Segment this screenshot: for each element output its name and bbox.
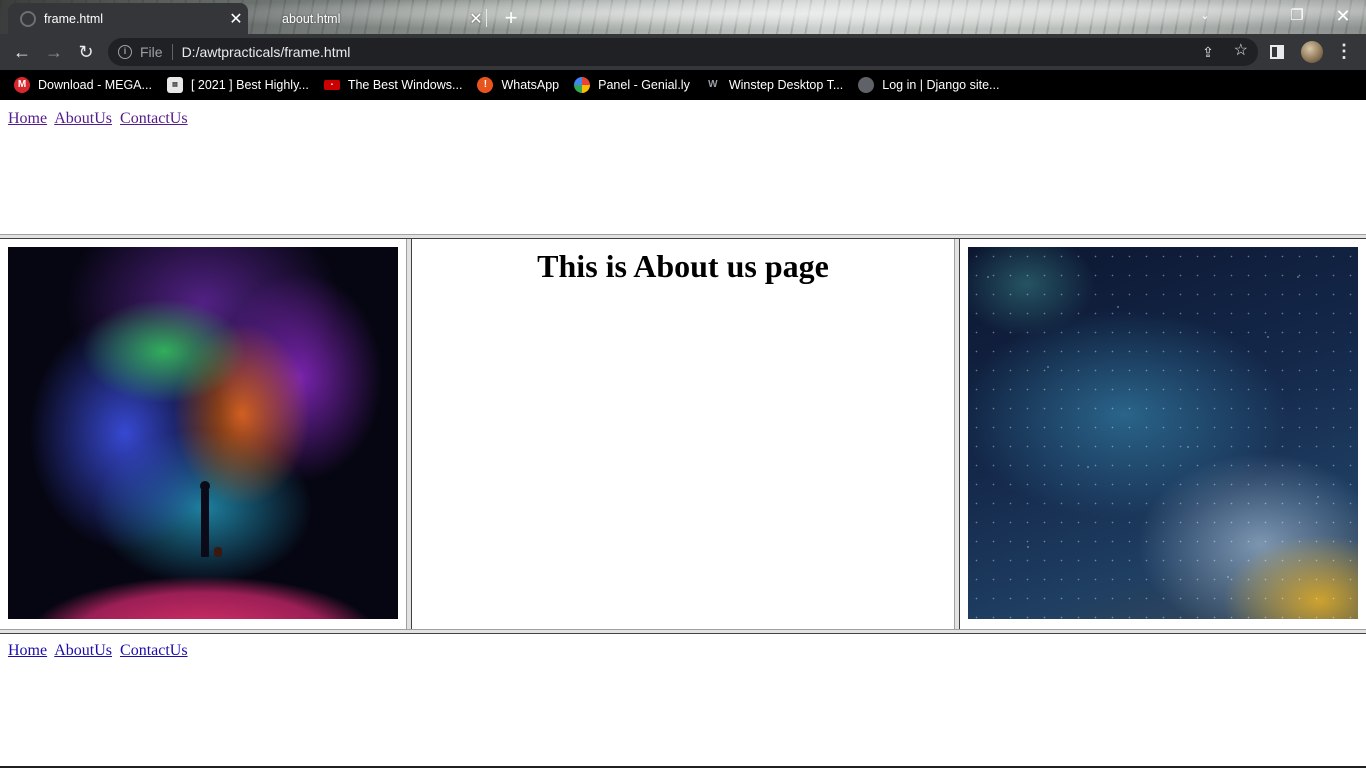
- bookmark-genially[interactable]: Panel - Genial.ly: [574, 77, 690, 93]
- bottom-nav: Home AboutUs ContactUs: [8, 642, 1358, 660]
- milky-way-image: [968, 247, 1358, 619]
- tab-separator: [486, 9, 487, 27]
- winstep-icon: W: [708, 79, 718, 90]
- left-frame: [0, 239, 406, 629]
- bookmark-label: Log in | Django site...: [882, 78, 1000, 92]
- bottom-frame: Home AboutUs ContactUs: [0, 634, 1366, 766]
- tab-close-icon[interactable]: ✕: [224, 9, 248, 29]
- new-tab-button[interactable]: +: [499, 5, 523, 31]
- tab-frame-html[interactable]: frame.html ✕: [8, 3, 248, 34]
- scheme-label: File: [140, 44, 163, 60]
- bookmark-label: The Best Windows...: [347, 78, 463, 92]
- bookmark-label: Download - MEGA...: [38, 78, 152, 92]
- close-window-icon[interactable]: ✕: [1320, 3, 1366, 31]
- back-arrow-icon[interactable]: ←: [8, 38, 36, 66]
- tab-title: frame.html: [44, 11, 104, 26]
- alert-circle-icon: !: [477, 77, 494, 93]
- site-info-icon[interactable]: i: [118, 45, 132, 59]
- address-divider: [171, 44, 173, 60]
- browser-toolbar: ← → ↻ i File D:/awtpracticals/frame.html…: [0, 34, 1366, 70]
- address-bar[interactable]: i File D:/awtpracticals/frame.html ⇪ ☆: [108, 38, 1258, 66]
- tab-strip: frame.html ✕ about.html ✕ + ⌄ ❐ ✕: [0, 0, 1366, 34]
- mega-icon: M: [14, 77, 30, 93]
- hub-icon: ▪: [323, 80, 340, 90]
- nav-link-aboutus[interactable]: AboutUs: [54, 110, 112, 127]
- fox-figure: [214, 547, 222, 557]
- bookmark-django[interactable]: Log in | Django site...: [858, 77, 999, 93]
- site-thumbnail-icon: ▤: [166, 77, 183, 93]
- bookmark-mega[interactable]: M Download - MEGA...: [14, 77, 152, 93]
- bookmark-winstep[interactable]: W Winstep Desktop T...: [705, 77, 843, 93]
- center-frame: This is About us page: [412, 239, 954, 629]
- nav-link-contactus[interactable]: ContactUs: [120, 110, 188, 127]
- forward-arrow-icon[interactable]: →: [40, 38, 68, 66]
- nav-link-contactus[interactable]: ContactUs: [120, 642, 188, 659]
- profile-avatar[interactable]: [1301, 41, 1323, 63]
- right-frame: [960, 239, 1366, 629]
- page-heading: This is About us page: [537, 248, 829, 284]
- address-url[interactable]: D:/awtpracticals/frame.html: [182, 44, 351, 60]
- tab-search-chevron-icon[interactable]: ⌄: [1182, 3, 1228, 31]
- tab-loading-icon: [20, 10, 36, 27]
- bookmarks-bar: M Download - MEGA... ▤ [ 2021 ] Best Hig…: [0, 70, 1366, 100]
- top-frame: Home AboutUs ContactUs: [0, 102, 1366, 234]
- bookmark-whatsapp[interactable]: ! WhatsApp: [477, 77, 559, 93]
- bookmark-label: [ 2021 ] Best Highly...: [190, 78, 309, 92]
- share-icon[interactable]: ⇪: [1200, 44, 1216, 60]
- reload-icon[interactable]: ↻: [72, 38, 100, 66]
- bookmark-label: Panel - Genial.ly: [598, 78, 690, 92]
- bookmark-best-highly[interactable]: ▤ [ 2021 ] Best Highly...: [166, 77, 309, 93]
- kebab-menu-icon[interactable]: ⋮: [1334, 41, 1354, 61]
- bookmark-star-icon[interactable]: ☆: [1234, 43, 1248, 59]
- nav-link-aboutus[interactable]: AboutUs: [54, 642, 112, 659]
- globe-icon: [858, 77, 875, 93]
- nav-link-home[interactable]: Home: [8, 642, 47, 659]
- top-nav: Home AboutUs ContactUs: [8, 110, 1358, 128]
- side-panel-icon[interactable]: [1270, 45, 1284, 59]
- nav-link-home[interactable]: Home: [8, 110, 47, 127]
- cosmic-galaxy-image: [8, 247, 398, 619]
- google-icon: [574, 77, 591, 93]
- standing-figure: [201, 487, 209, 557]
- bookmark-label: Winstep Desktop T...: [728, 78, 844, 92]
- tab-title: about.html: [282, 11, 341, 26]
- restore-window-icon[interactable]: ❐: [1274, 3, 1320, 31]
- bookmark-label: WhatsApp: [501, 78, 560, 92]
- bookmark-best-windows[interactable]: ▪ The Best Windows...: [323, 78, 463, 92]
- tab-about-html[interactable]: about.html ✕: [248, 3, 488, 34]
- tab-close-icon[interactable]: ✕: [464, 9, 488, 29]
